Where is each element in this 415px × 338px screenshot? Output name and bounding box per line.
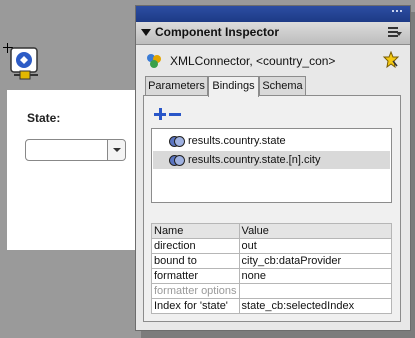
xml-connector-instance[interactable] <box>8 47 42 81</box>
binding-icon <box>169 136 185 147</box>
panel-drag-bar[interactable] <box>136 6 410 22</box>
property-value[interactable]: out <box>238 238 393 254</box>
binding-item[interactable]: results.country.state <box>153 132 390 150</box>
property-name: Index for 'state' <box>151 298 240 314</box>
binding-label: results.country.state.[n].city <box>188 154 321 166</box>
add-binding-icon[interactable] <box>154 108 166 120</box>
column-header-value: Value <box>238 223 393 239</box>
component-row: XMLConnector, <country_con> <box>146 51 400 71</box>
property-value[interactable]: city_cb:dataProvider <box>238 253 393 269</box>
grip-icon[interactable] <box>392 10 402 18</box>
panel-title: Component Inspector <box>155 25 280 39</box>
bindings-tab-content: results.country.state results.country.st… <box>143 95 401 322</box>
table-header-row: Name Value <box>151 223 393 239</box>
binding-label: results.country.state <box>188 135 286 147</box>
component-inspector-panel: Component Inspector XMLConnector, <count… <box>135 5 411 331</box>
table-row[interactable]: Index for 'state' state_cb:selectedIndex <box>151 298 393 314</box>
chevron-down-icon[interactable] <box>107 140 125 160</box>
property-name: direction <box>151 238 240 254</box>
property-name: formatter <box>151 268 240 284</box>
tab-bindings[interactable]: Bindings <box>208 76 259 97</box>
state-combobox[interactable] <box>25 139 126 161</box>
pin-icon[interactable] <box>382 51 400 69</box>
xml-connector-icon <box>147 54 161 68</box>
property-value <box>238 283 393 299</box>
component-name: XMLConnector, <country_con> <box>170 54 336 68</box>
panel-menu-icon[interactable] <box>388 27 402 39</box>
collapse-triangle-icon[interactable] <box>141 29 151 36</box>
property-name: formatter options <box>151 283 240 299</box>
state-label: State: <box>27 111 61 125</box>
xml-connector-icon <box>10 47 38 80</box>
table-row[interactable]: bound to city_cb:dataProvider <box>151 253 393 269</box>
property-name: bound to <box>151 253 240 269</box>
tab-parameters[interactable]: Parameters <box>145 76 208 96</box>
binding-item-selected[interactable]: results.country.state.[n].city <box>153 151 390 169</box>
table-row[interactable]: formatter none <box>151 268 393 284</box>
column-header-name: Name <box>151 223 240 239</box>
tab-schema[interactable]: Schema <box>259 76 306 96</box>
panel-header[interactable]: Component Inspector <box>136 22 410 45</box>
table-row[interactable]: direction out <box>151 238 393 254</box>
table-row-disabled: formatter options <box>151 283 393 299</box>
bindings-list: results.country.state results.country.st… <box>151 128 392 203</box>
binding-properties-table: Name Value direction out bound to city_c… <box>151 223 393 314</box>
binding-icon <box>169 155 185 166</box>
property-value[interactable]: none <box>238 268 393 284</box>
property-value[interactable]: state_cb:selectedIndex <box>238 298 393 314</box>
remove-binding-icon[interactable] <box>169 113 181 116</box>
